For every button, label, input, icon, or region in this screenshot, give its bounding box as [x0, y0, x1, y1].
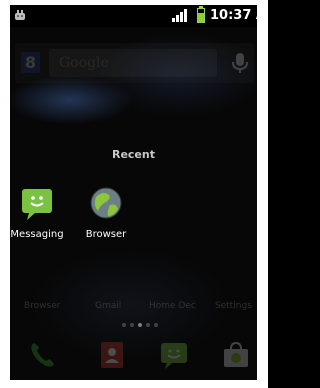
messaging-icon [22, 189, 52, 220]
search-placeholder: Google [59, 55, 109, 71]
phone-icon[interactable] [26, 339, 58, 371]
status-bar: 10:37 AM [10, 5, 257, 27]
battery-icon [197, 6, 205, 23]
status-clock: 10:37 AM [210, 8, 257, 23]
dock-bar [10, 335, 257, 380]
shortcut-label: Gmail [95, 301, 122, 311]
shortcut-label: Settings [215, 301, 252, 311]
recent-apps-title: Recent [111, 148, 155, 161]
device-frame: 10:37 AM 8 Google Recent Messaging [0, 0, 268, 388]
shortcut-label: Home Dec [149, 301, 196, 311]
recent-app-messaging[interactable]: Messaging [10, 183, 67, 240]
signal-strength-icon [172, 9, 189, 22]
shortcut-label: Browser [24, 301, 61, 311]
market-icon[interactable] [220, 339, 252, 371]
home-shortcuts-dimmed: Browser Gmail Home Dec Settings [10, 301, 257, 315]
android-screen: 10:37 AM 8 Google Recent Messaging [10, 5, 257, 380]
google-search-widget[interactable]: 8 Google [15, 43, 254, 83]
browser-globe-icon [90, 187, 122, 219]
usb-debug-icon [15, 10, 25, 20]
recent-app-label: Messaging [10, 229, 64, 240]
recent-app-label: Browser [85, 229, 127, 240]
microphone-icon[interactable] [230, 51, 250, 75]
search-input[interactable]: Google [49, 49, 217, 77]
recent-app-browser[interactable]: Browser [76, 183, 136, 240]
messaging-icon[interactable] [158, 339, 190, 371]
page-indicator [118, 323, 158, 329]
google-logo-icon: 8 [21, 52, 40, 73]
contacts-icon[interactable] [96, 339, 128, 371]
